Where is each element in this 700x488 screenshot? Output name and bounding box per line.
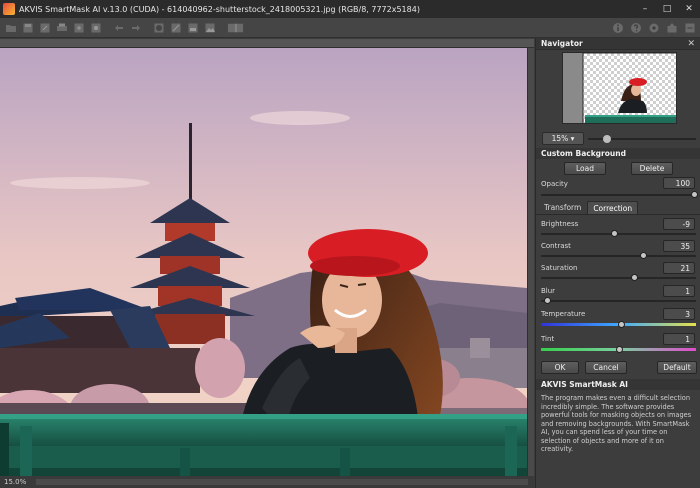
- navigator-thumbnail[interactable]: [562, 52, 677, 124]
- opacity-slider-knob[interactable]: [691, 191, 698, 198]
- opacity-slider[interactable]: [541, 191, 698, 198]
- opacity-value[interactable]: 100: [663, 177, 695, 189]
- save-icon[interactable]: [21, 21, 34, 34]
- navigator: [536, 50, 700, 129]
- correction-value[interactable]: 35: [663, 240, 695, 252]
- correction-slider-knob[interactable]: [631, 274, 638, 281]
- correction-value[interactable]: 1: [663, 333, 695, 345]
- correction-value[interactable]: 1: [663, 285, 695, 297]
- correction-slider-knob[interactable]: [640, 252, 647, 259]
- correction-slider[interactable]: [541, 230, 696, 237]
- photo-image[interactable]: [0, 48, 527, 488]
- fill-icon[interactable]: [186, 21, 199, 34]
- maximize-button[interactable]: □: [656, 0, 678, 18]
- export-icon[interactable]: [72, 21, 85, 34]
- correction-slider[interactable]: [541, 274, 696, 281]
- custom-background-header: Custom Background: [536, 148, 700, 159]
- app-logo-icon: [3, 3, 15, 15]
- share-icon[interactable]: [665, 21, 678, 34]
- info-text: The program makes even a difficult selec…: [541, 394, 692, 453]
- correction-label: Contrast: [541, 242, 571, 250]
- zoom-slider-knob[interactable]: [603, 135, 611, 143]
- close-panel-icon[interactable]: ✕: [687, 39, 695, 49]
- correction-value[interactable]: 3: [663, 308, 695, 320]
- opacity-label: Opacity: [541, 180, 568, 188]
- help-icon[interactable]: [629, 21, 642, 34]
- correction-slider[interactable]: [541, 321, 696, 328]
- zoom-dropdown[interactable]: 15% ▾: [542, 132, 584, 145]
- info-header: AKVIS SmartMask AI: [536, 379, 700, 390]
- navigator-header: Navigator ✕: [536, 38, 700, 50]
- correction-slider[interactable]: [541, 252, 696, 259]
- correction-value[interactable]: 21: [663, 262, 695, 274]
- tab-correction[interactable]: Correction: [587, 201, 639, 214]
- horizontal-scrollbar[interactable]: [36, 479, 528, 485]
- status-bar: 15.0%: [0, 476, 534, 488]
- mask-icon[interactable]: [152, 21, 165, 34]
- delete-button[interactable]: Delete: [631, 162, 673, 175]
- correction-slider-knob[interactable]: [618, 321, 625, 328]
- print-icon[interactable]: [55, 21, 68, 34]
- correction-label: Brightness: [541, 220, 579, 228]
- window-title: AKVIS SmartMask AI v.13.0 (CUDA) - 61404…: [19, 4, 420, 14]
- cancel-button[interactable]: Cancel: [585, 361, 627, 374]
- image-icon[interactable]: [203, 21, 216, 34]
- batch-icon[interactable]: [89, 21, 102, 34]
- settings-panel: Navigator ✕ 15% ▾ Custom Background Load…: [535, 38, 700, 488]
- correction-label: Temperature: [541, 310, 586, 318]
- open-icon[interactable]: [4, 21, 17, 34]
- correction-slider[interactable]: [541, 346, 696, 353]
- default-button[interactable]: Default: [657, 361, 697, 374]
- save-as-icon[interactable]: [38, 21, 51, 34]
- tab-transform[interactable]: Transform: [538, 201, 587, 214]
- compare-icon[interactable]: [226, 21, 244, 34]
- correction-label: Saturation: [541, 264, 578, 272]
- navigator-title: Navigator: [541, 39, 583, 48]
- toolbar: [0, 18, 700, 38]
- panel-tabs: Transform Correction: [536, 201, 700, 214]
- correction-label: Tint: [541, 335, 555, 343]
- info-icon[interactable]: [611, 21, 624, 34]
- correction-slider-knob[interactable]: [544, 297, 551, 304]
- redo-icon[interactable]: [129, 21, 142, 34]
- zoom-status: 15.0%: [4, 478, 27, 486]
- correction-slider[interactable]: [541, 297, 696, 304]
- minimize-button[interactable]: –: [634, 0, 656, 18]
- close-button[interactable]: ✕: [678, 0, 700, 18]
- cut-icon[interactable]: [169, 21, 182, 34]
- vertical-scrollbar[interactable]: [528, 48, 534, 488]
- zoom-slider[interactable]: [588, 135, 696, 143]
- image-canvas[interactable]: [0, 39, 534, 488]
- correction-label: Blur: [541, 287, 556, 295]
- more-icon[interactable]: [683, 21, 696, 34]
- correction-value[interactable]: -9: [663, 218, 695, 230]
- settings-icon[interactable]: [647, 21, 660, 34]
- load-button[interactable]: Load: [564, 162, 606, 175]
- title-bar: AKVIS SmartMask AI v.13.0 (CUDA) - 61404…: [0, 0, 700, 18]
- ok-button[interactable]: OK: [541, 361, 579, 374]
- correction-slider-knob[interactable]: [611, 230, 618, 237]
- undo-icon[interactable]: [112, 21, 125, 34]
- correction-slider-knob[interactable]: [616, 346, 623, 353]
- canvas-top-strip: [0, 39, 534, 47]
